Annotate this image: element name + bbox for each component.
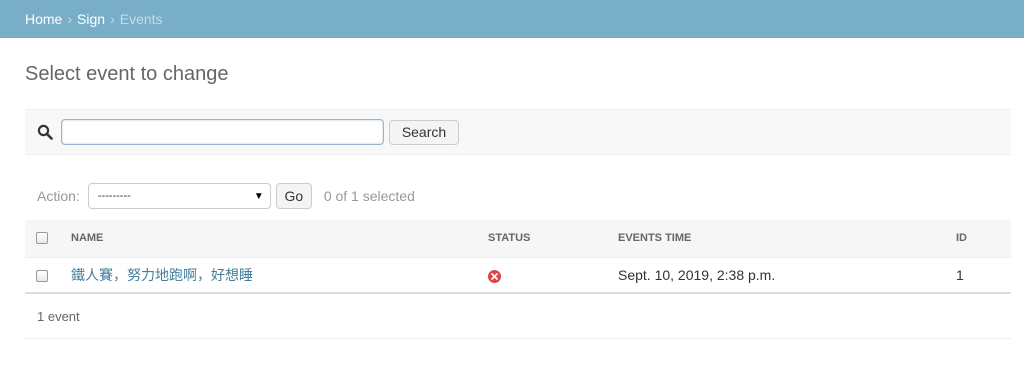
paginator: 1 event <box>25 294 1011 339</box>
status-cell <box>488 257 618 294</box>
events-time-cell: Sept. 10, 2019, 2:38 p.m. <box>618 257 956 294</box>
actions-bar: Action: --------- ▼ Go 0 of 1 selected <box>25 178 1011 214</box>
action-select-value: --------- <box>97 190 131 202</box>
column-header-name[interactable]: NAME <box>71 220 488 258</box>
breadcrumb-app-link[interactable]: Sign <box>77 11 105 27</box>
search-toolbar: Search <box>25 109 1011 155</box>
breadcrumb-separator: › <box>110 11 115 27</box>
action-select[interactable]: --------- ▼ <box>87 183 271 209</box>
select-all-header <box>25 220 71 258</box>
table-row: 鐵人賽，努力地跑啊，好想睡 Sept. 10, 2019, 2:38 p.m. … <box>25 257 1011 294</box>
chevron-down-icon: ▼ <box>253 190 264 202</box>
search-input[interactable] <box>61 119 384 145</box>
result-count: 1 event <box>37 308 80 324</box>
results-table: NAME STATUS EVENTS TIME ID 鐵人賽，努力地跑啊，好想睡 <box>25 220 1011 294</box>
status-no-icon <box>488 269 501 283</box>
action-label: Action: <box>37 188 80 204</box>
breadcrumb-home-link[interactable]: Home <box>25 11 62 27</box>
breadcrumb-separator: › <box>67 11 73 27</box>
event-name-link[interactable]: 鐵人賽，努力地跑啊，好想睡 <box>71 268 253 284</box>
selection-counter: 0 of 1 selected <box>323 188 415 204</box>
column-header-status[interactable]: STATUS <box>488 220 618 258</box>
go-button[interactable]: Go <box>275 183 312 209</box>
select-all-checkbox[interactable] <box>36 232 48 245</box>
name-cell: 鐵人賽，努力地跑啊，好想睡 <box>71 257 488 294</box>
breadcrumb-current: Events <box>119 11 163 27</box>
row-checkbox[interactable] <box>36 270 48 283</box>
column-header-id[interactable]: ID <box>956 220 1011 258</box>
id-cell: 1 <box>956 257 1011 294</box>
row-checkbox-cell <box>25 257 71 294</box>
breadcrumb: Home › Sign › Events <box>0 0 1024 38</box>
table-header-row: NAME STATUS EVENTS TIME ID <box>25 220 1011 258</box>
search-button[interactable]: Search <box>389 119 459 145</box>
search-icon <box>37 123 55 141</box>
column-header-events-time[interactable]: EVENTS TIME <box>618 220 956 258</box>
